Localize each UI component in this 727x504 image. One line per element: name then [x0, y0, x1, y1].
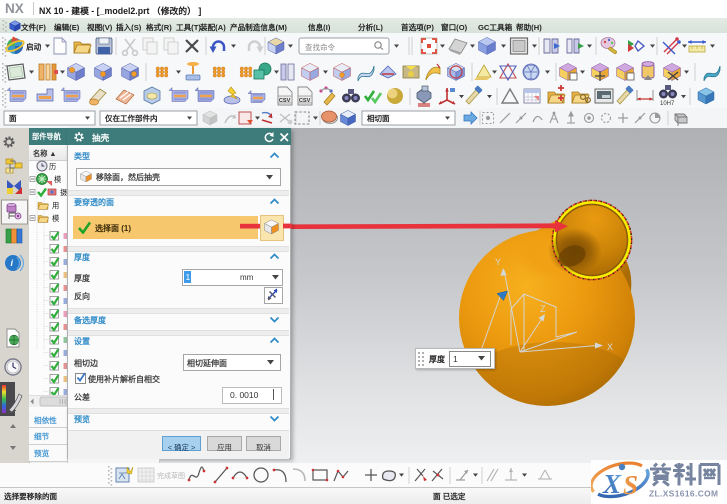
svg-text:10H7: 10H7 [660, 101, 675, 107]
svg-text:模: 模 [54, 175, 61, 184]
svg-text:仅在工作部件内: 仅在工作部件内 [104, 113, 158, 123]
svg-text:S: S [623, 470, 638, 500]
svg-text:Y: Y [495, 257, 501, 267]
svg-text:历: 历 [49, 162, 56, 171]
svg-text:相切面: 相切面 [367, 113, 390, 123]
svg-text:面: 面 [9, 114, 17, 123]
svg-text:查找命令: 查找命令 [305, 42, 335, 52]
svg-text:ZL.XS1616.COM: ZL.XS1616.COM [649, 489, 718, 499]
svg-text:模: 模 [52, 214, 59, 223]
svg-text:CSV: CSV [299, 98, 311, 104]
svg-text:X: X [607, 342, 613, 352]
svg-text:启动: 启动 [26, 42, 42, 52]
svg-text:CSV: CSV [279, 98, 291, 104]
svg-text:Z: Z [540, 304, 546, 314]
svg-text:完成草图: 完成草图 [157, 471, 185, 480]
svg-text:摄: 摄 [60, 188, 67, 197]
svg-text:X: X [602, 469, 622, 499]
svg-text:用: 用 [52, 201, 59, 210]
